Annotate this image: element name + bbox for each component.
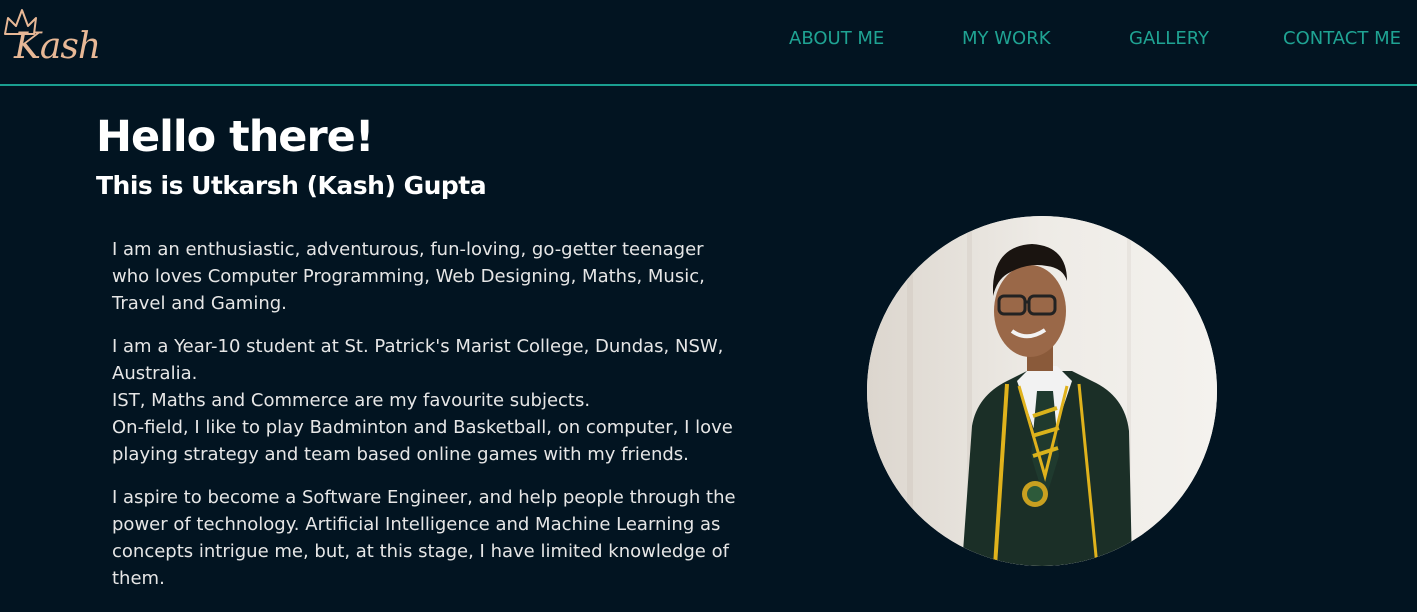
bio-line: I am an enthusiastic, adventurous, fun-l… (112, 239, 704, 260)
bio-line: who loves Computer Programming, Web Desi… (112, 266, 705, 287)
bio-line: I aspire to become a Software Engineer, … (112, 487, 736, 508)
page-subtitle: This is Utkarsh (Kash) Gupta (96, 171, 487, 200)
logo-text: Kash (14, 26, 101, 67)
page: Kash ABOUT ME MY WORK GALLERY CONTACT ME… (0, 0, 1417, 612)
profile-photo (867, 216, 1217, 566)
bio-line: I am a Year-10 student at St. Patrick's … (112, 336, 724, 357)
bio-text: I am an enthusiastic, adventurous, fun-l… (112, 236, 752, 608)
nav-gallery[interactable]: GALLERY (1129, 28, 1209, 49)
bio-paragraph: I am a Year-10 student at St. Patrick's … (112, 333, 752, 468)
bio-line: Australia. (112, 363, 198, 384)
bio-line: On-field, I like to play Badminton and B… (112, 417, 733, 438)
bio-line: IST, Maths and Commerce are my favourite… (112, 390, 591, 411)
nav-contact-me[interactable]: CONTACT ME (1283, 28, 1401, 49)
bio-line: playing strategy and team based online g… (112, 444, 689, 465)
nav-my-work[interactable]: MY WORK (962, 28, 1051, 49)
bio-line: Travel and Gaming. (112, 293, 287, 314)
bio-line: concepts intrigue me, but, at this stage… (112, 541, 729, 562)
profile-portrait-image (867, 216, 1217, 566)
site-header: Kash ABOUT ME MY WORK GALLERY CONTACT ME (0, 0, 1417, 86)
bio-line: power of technology. Artificial Intellig… (112, 514, 721, 535)
bio-paragraph: I aspire to become a Software Engineer, … (112, 484, 752, 592)
bio-paragraph: I am an enthusiastic, adventurous, fun-l… (112, 236, 752, 317)
bio-line: them. (112, 568, 165, 589)
nav-about-me[interactable]: ABOUT ME (789, 28, 884, 49)
page-title: Hello there! (96, 112, 374, 162)
logo-link[interactable]: Kash (2, 6, 101, 68)
